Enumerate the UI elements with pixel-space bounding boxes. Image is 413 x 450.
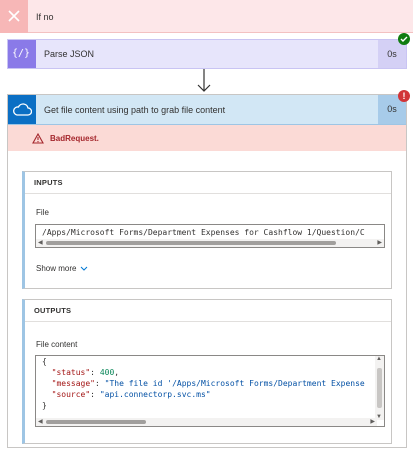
error-message: BadRequest. bbox=[50, 134, 99, 143]
file-label: File bbox=[36, 208, 49, 217]
file-content-label: File content bbox=[36, 340, 78, 349]
file-path-field[interactable]: /Apps/Microsoft Forms/Department Expense… bbox=[35, 224, 385, 248]
close-icon bbox=[0, 0, 28, 33]
file-path-value: /Apps/Microsoft Forms/Department Expense… bbox=[42, 228, 365, 237]
error-banner: BadRequest. bbox=[8, 125, 406, 151]
warning-icon bbox=[32, 133, 44, 144]
source-value: "api.connectorp.svc.ms" bbox=[99, 390, 211, 399]
show-more-link[interactable]: Show more bbox=[36, 264, 88, 273]
show-more-label: Show more bbox=[36, 264, 77, 273]
file-content-hscrollbar[interactable]: ◀ ▶ bbox=[36, 418, 377, 426]
file-content-vscrollbar[interactable]: ▲ ▼ bbox=[375, 356, 384, 420]
json-braces-icon: {/} bbox=[8, 40, 36, 68]
file-path-scrollbar[interactable]: ◀ ▶ bbox=[36, 239, 384, 247]
json-close: } bbox=[42, 401, 47, 410]
file-content-field[interactable]: { "status": 400, "message": "The file id… bbox=[35, 355, 385, 427]
json-status-line: "status": 400, bbox=[51, 368, 120, 377]
if-no-branch-header[interactable]: If no bbox=[0, 0, 413, 33]
message-value: "The file id '/Apps/Microsoft Forms/Depa… bbox=[104, 379, 365, 388]
error-badge: ! bbox=[398, 90, 410, 102]
message-key: "message" bbox=[51, 379, 95, 388]
get-file-content-title: Get file content using path to grab file… bbox=[44, 105, 226, 115]
status-value: 400 bbox=[99, 368, 115, 377]
outputs-panel: OUTPUTS File content { "status": 400, "m… bbox=[22, 299, 392, 444]
outputs-header: OUTPUTS bbox=[25, 300, 391, 322]
down-arrow-icon bbox=[197, 69, 211, 92]
parse-json-title: Parse JSON bbox=[44, 49, 95, 59]
source-key: "source" bbox=[51, 390, 91, 399]
json-source-line: "source": "api.connectorp.svc.ms" bbox=[51, 390, 211, 399]
get-file-content-header[interactable]: Get file content using path to grab file… bbox=[8, 95, 406, 125]
inputs-header: INPUTS bbox=[25, 172, 391, 194]
status-key: "status" bbox=[51, 368, 91, 377]
inputs-panel: INPUTS File /Apps/Microsoft Forms/Depart… bbox=[22, 171, 392, 289]
parse-json-action[interactable]: {/} Parse JSON 0s bbox=[7, 39, 407, 69]
json-message-line: "message": "The file id '/Apps/Microsoft… bbox=[51, 379, 365, 388]
chevron-down-icon bbox=[81, 267, 88, 272]
cloud-icon bbox=[8, 95, 36, 124]
get-file-content-action: Get file content using path to grab file… bbox=[7, 94, 407, 448]
json-open: { bbox=[42, 357, 47, 366]
if-no-label: If no bbox=[36, 12, 54, 22]
check-icon bbox=[398, 33, 410, 45]
